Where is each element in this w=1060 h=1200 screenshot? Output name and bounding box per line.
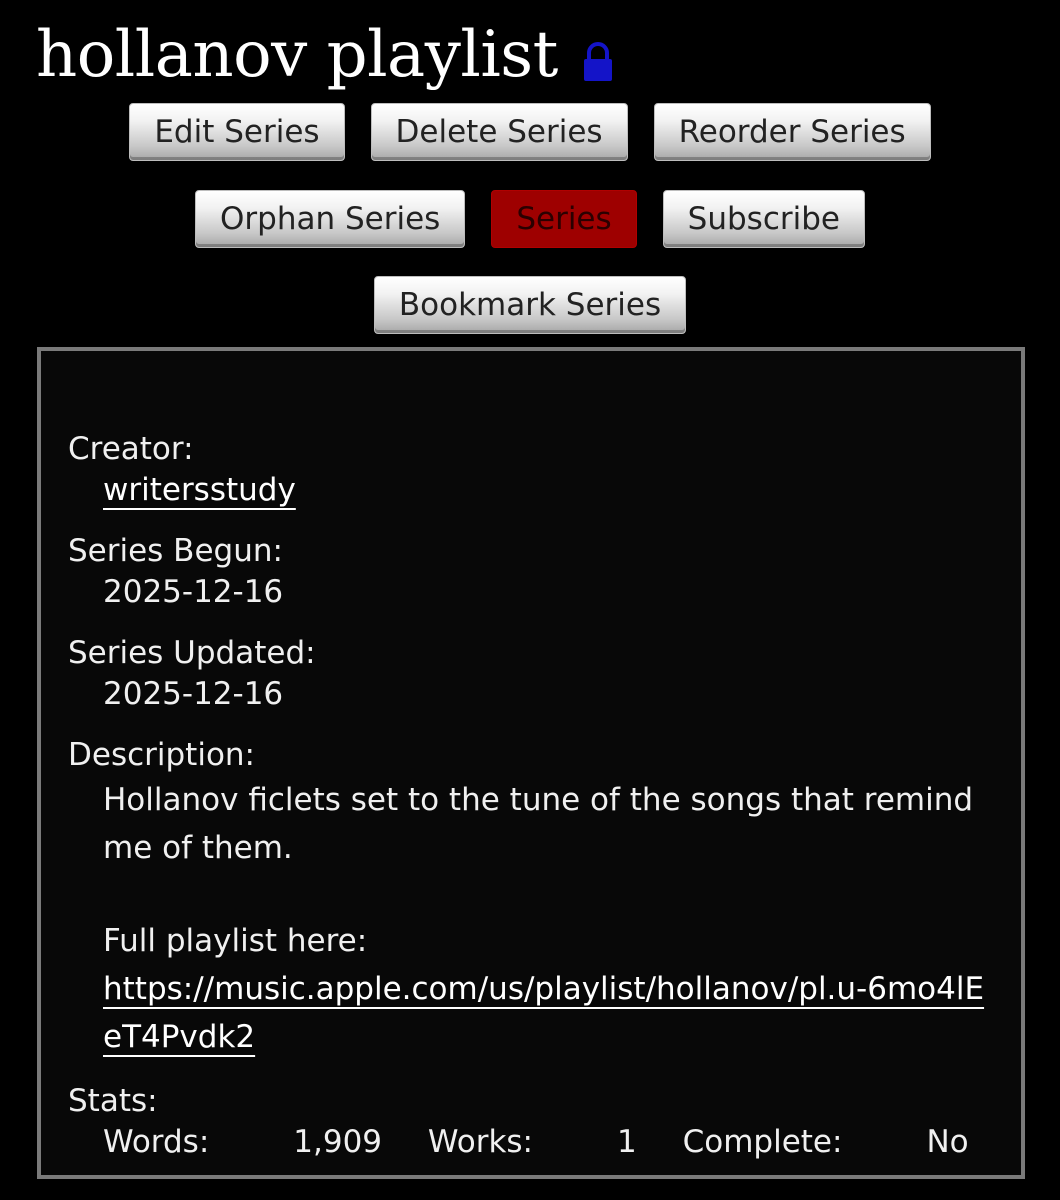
works-stat: Works: 1 <box>428 1124 637 1160</box>
description-text: Hollanov ficlets set to the tune of the … <box>103 782 974 866</box>
description-label: Description: <box>68 737 255 773</box>
title-row: hollanov playlist <box>36 10 616 100</box>
words-value: 1,909 <box>293 1124 383 1160</box>
delete-series-button[interactable]: Delete Series <box>370 103 628 161</box>
series-begun-value: 2025-12-16 <box>103 574 284 610</box>
series-updated-value: 2025-12-16 <box>103 676 284 712</box>
series-actions-row-1: Edit Series Delete Series Reorder Series <box>0 103 1060 161</box>
creator-label: Creator: <box>68 431 194 467</box>
complete-label: Complete: <box>682 1124 843 1160</box>
creator-value: writersstudy <box>103 470 988 511</box>
words-label: Words: <box>103 1124 210 1160</box>
playlist-text: Full playlist here: <box>103 923 368 959</box>
orphan-series-button[interactable]: Orphan Series <box>195 190 466 248</box>
complete-stat: Complete: No <box>683 1124 969 1160</box>
series-meta-panel: Creator: writersstudy Series Begun: 2025… <box>37 347 1025 1179</box>
creator-link[interactable]: writersstudy <box>103 472 296 508</box>
stats-label: Stats: <box>68 1083 158 1119</box>
page-title: hollanov playlist <box>36 18 558 92</box>
description-playlist: Full playlist here: https://music.apple.… <box>103 917 988 1061</box>
series-meta-list: Creator: writersstudy Series Begun: 2025… <box>68 429 988 1183</box>
bookmark-series-button[interactable]: Bookmark Series <box>373 276 687 334</box>
playlist-link[interactable]: https://music.apple.com/us/playlist/holl… <box>103 971 984 1055</box>
subscribe-button[interactable]: Subscribe <box>662 190 865 248</box>
reorder-series-button[interactable]: Reorder Series <box>653 103 931 161</box>
series-begun-label: Series Begun: <box>68 533 283 569</box>
description-value: Hollanov ficlets set to the tune of the … <box>103 776 988 1061</box>
series-actions-row-2: Orphan Series Series Subscribe <box>0 190 1060 248</box>
series-button[interactable]: Series <box>491 190 637 248</box>
works-value: 1 <box>617 1124 637 1160</box>
complete-value: No <box>926 1124 969 1160</box>
edit-series-button[interactable]: Edit Series <box>129 103 345 161</box>
lock-icon <box>580 41 616 83</box>
series-updated-label: Series Updated: <box>68 635 316 671</box>
stats-value: Words: 1,909 Works: 1 Complete: No <box>103 1122 988 1163</box>
works-label: Works: <box>427 1124 533 1160</box>
series-actions-row-3: Bookmark Series <box>0 276 1060 334</box>
words-stat: Words: 1,909 <box>103 1124 382 1160</box>
